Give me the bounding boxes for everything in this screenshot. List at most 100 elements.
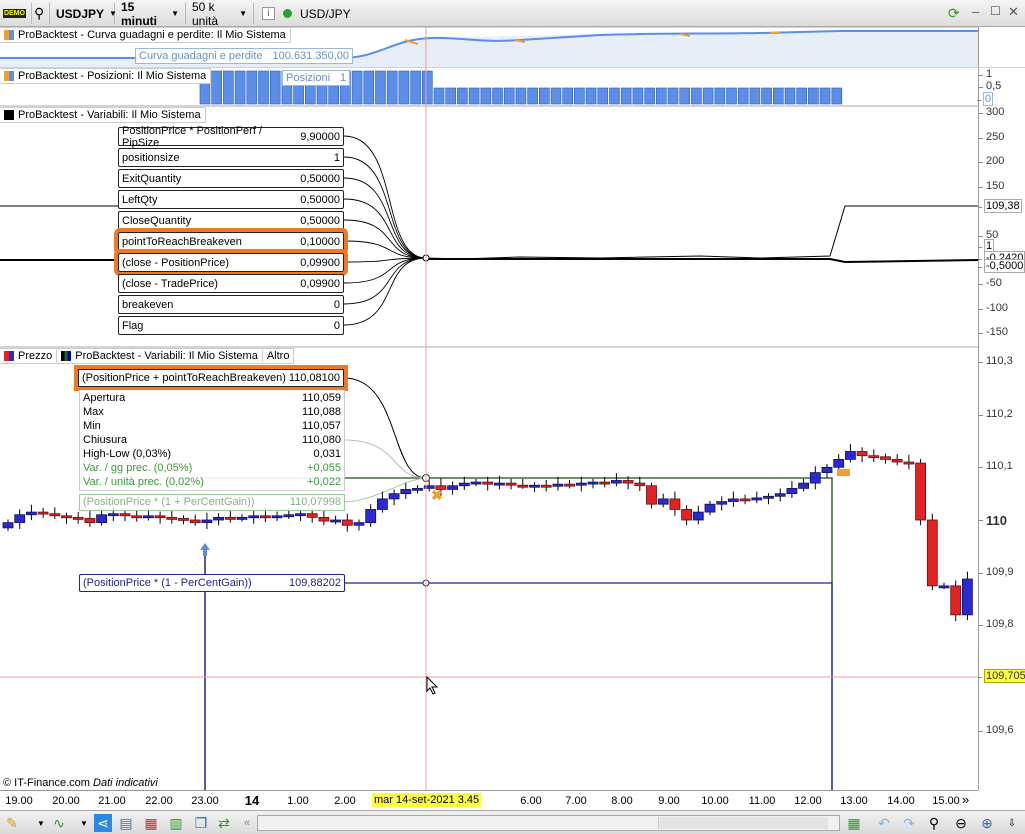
drawing-tools-icon[interactable]: ✎ — [3, 814, 21, 832]
time-axis[interactable]: 19.00 20.00 21.00 22.00 23.00 14 1.00 2.00 6.00 7… — [0, 790, 978, 810]
tab-prezzo[interactable]: Prezzo — [0, 350, 58, 362]
variable-connector — [343, 177, 427, 259]
ohlc-value: +0,055 — [307, 462, 341, 474]
variable-label: (close - PositionPrice) — [122, 256, 229, 269]
indicators-icon[interactable]: ∿ — [50, 814, 68, 832]
position-bar — [644, 87, 655, 105]
axis-tick: 110,3 — [979, 354, 1013, 367]
ohlc-row: Min 110,057 — [83, 419, 341, 433]
time-label: 8.00 — [611, 795, 633, 807]
equity-tooltip-label: Curva guadagni e perdite — [139, 50, 263, 62]
position-bar — [223, 70, 234, 105]
equity-axis[interactable] — [978, 27, 1025, 67]
scroll-right-button[interactable]: » — [962, 792, 969, 807]
position-bar — [714, 87, 726, 105]
candle — [353, 522, 365, 526]
candle — [529, 484, 540, 488]
axis-tick: 110,2 — [979, 407, 1013, 420]
variables-panel-title[interactable]: ProBacktest - Variabili: Il Mio Sistema — [0, 107, 206, 123]
autoscroll-icon[interactable]: ⇩ — [1003, 814, 1021, 832]
candle — [388, 493, 400, 500]
candle — [692, 511, 704, 521]
tab-altro[interactable]: Altro — [263, 350, 294, 362]
label-text: (PositionPrice * (1 + PerCentGain)) — [83, 496, 255, 508]
orderbook-icon[interactable]: ▥ — [167, 814, 185, 832]
time-label: 9.00 — [658, 795, 680, 807]
position-bar — [398, 70, 410, 105]
variable-value: 0,50000 — [300, 214, 340, 227]
equity-tooltip: Curva guadagni e perdite 100.631.350,00 — [135, 48, 353, 64]
chevron-down-icon[interactable]: ▼ — [32, 814, 50, 832]
horizontal-scrollbar[interactable] — [257, 815, 840, 831]
windows-icon[interactable]: ❐ — [192, 814, 210, 832]
candle — [657, 498, 669, 505]
position-bar — [234, 70, 246, 105]
axis-tick: -150 — [978, 326, 1009, 339]
position-bar — [503, 87, 515, 105]
position-bar — [457, 87, 468, 105]
variables-axis[interactable]: 300 250 200 150 50 -50 -100 -150 109,38 1 -0,2420-… — [977, 106, 1025, 348]
position-bar — [211, 70, 222, 105]
series-swatch — [61, 351, 72, 361]
candle — [505, 482, 517, 486]
variable-value: 0,09900 — [300, 277, 340, 290]
time-label: 14.00 — [887, 795, 915, 807]
compare-icon[interactable]: ⇄ — [215, 814, 233, 832]
comment-icon[interactable]: ▤ — [117, 814, 135, 832]
candle — [271, 515, 283, 519]
time-label: 14 — [244, 793, 260, 808]
candle — [938, 585, 950, 589]
candle — [248, 515, 260, 519]
position-bar — [246, 70, 258, 105]
variable-box: Flag 0 — [118, 316, 344, 335]
series-swatch — [4, 110, 14, 120]
positions-panel-title[interactable]: ProBacktest - Posizioni: Il Mio Sistema — [0, 68, 212, 84]
variable-box: CloseQuantity 0,50000 — [118, 211, 344, 230]
equity-panel-title[interactable]: ProBacktest - Curva guadagni e perdite: … — [0, 27, 291, 43]
candle — [236, 516, 248, 520]
candle — [107, 513, 119, 517]
axis-tick: 300 — [978, 106, 1005, 119]
price-axis[interactable]: 110,3 110,2 110,1 110 109,9 109,8 109,6 109,705 — [978, 348, 1025, 790]
time-label: 7.00 — [565, 795, 587, 807]
zoom-out-icon[interactable]: ⊖ — [952, 814, 970, 832]
tab-variables[interactable]: ProBacktest - Variabili: Il Mio Sistema — [57, 350, 263, 362]
position-bar — [386, 70, 398, 105]
undo-icon[interactable]: ↶ — [875, 814, 893, 832]
series-swatch — [4, 30, 14, 40]
zoom-in-icon[interactable]: ⊕ — [978, 814, 996, 832]
position-bar — [667, 87, 679, 105]
candle — [798, 482, 809, 489]
candle — [25, 511, 37, 516]
ohlc-value: 110,088 — [302, 406, 341, 418]
candle — [412, 487, 423, 491]
position-bar — [597, 87, 609, 105]
candle — [470, 481, 482, 485]
ohlc-label: Apertura — [83, 392, 126, 404]
scrollbar-thumb[interactable] — [658, 817, 828, 829]
scroll-left-fast-icon[interactable]: « — [238, 814, 256, 832]
positions-title-label: ProBacktest - Posizioni: Il Mio Sistema — [18, 70, 207, 82]
variable-label: (close - TradePrice) — [122, 277, 218, 290]
time-label: 21.00 — [98, 795, 126, 807]
ohlc-value: 110,057 — [302, 420, 341, 432]
position-bar — [445, 87, 457, 105]
calendar-icon[interactable]: ▦ — [845, 814, 863, 832]
candle — [599, 481, 611, 485]
zoom-fit-icon[interactable]: ⚲ — [925, 814, 943, 832]
candle — [833, 458, 845, 468]
tab-label: Prezzo — [18, 350, 53, 362]
candle — [295, 513, 306, 517]
connector — [343, 439, 427, 479]
candle — [622, 480, 634, 484]
share-icon[interactable]: ⋖ — [94, 814, 112, 832]
position-bar — [609, 87, 620, 105]
candle — [318, 516, 330, 522]
positions-axis[interactable]: 1 0,5 0 — [976, 68, 1025, 106]
candle — [330, 519, 342, 523]
chevron-down-icon[interactable]: ▼ — [75, 814, 93, 832]
candle — [49, 513, 61, 517]
report-icon[interactable]: ▦ — [142, 814, 160, 832]
ohlc-label: Var. / unità prec. (0,02%) — [83, 476, 204, 488]
redo-icon[interactable]: ↷ — [900, 814, 918, 832]
